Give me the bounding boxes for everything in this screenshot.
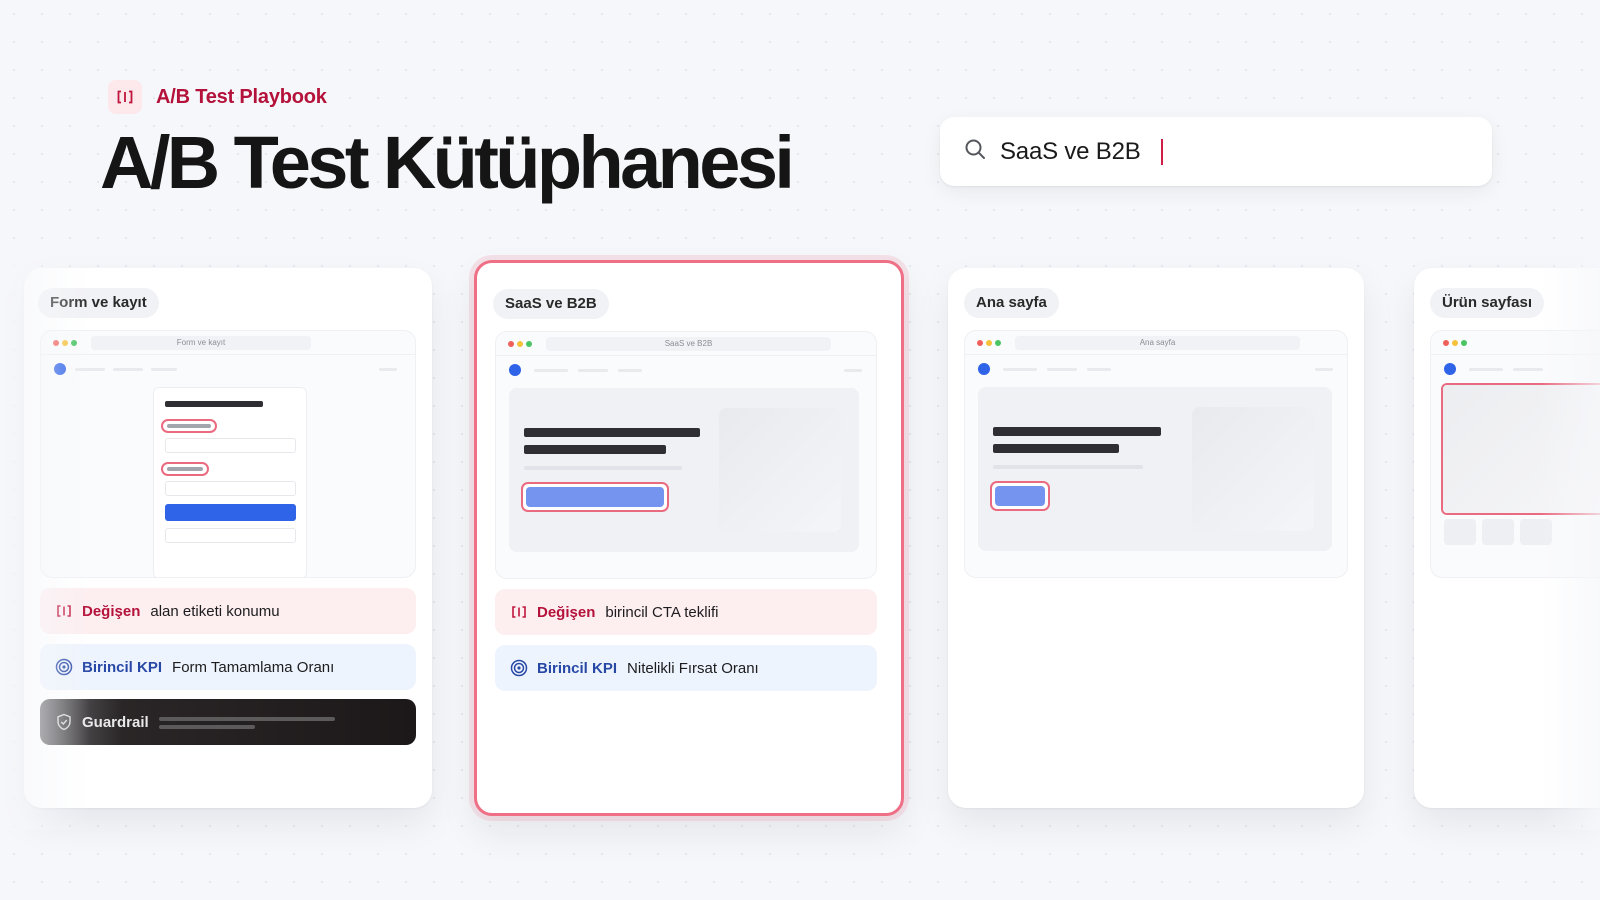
brand: A/B Test Playbook [108, 80, 327, 114]
test-card-saas[interactable]: SaaS ve B2B SaaS ve B2B Değişen birincil… [474, 260, 904, 816]
kpi-value: Nitelikli Fırsat Oranı [627, 659, 759, 677]
test-card-homepage[interactable]: Ana sayfa Ana sayfa [948, 268, 1364, 808]
highlighted-product-image [1441, 383, 1600, 515]
search-icon [964, 138, 986, 165]
kpi-row: Birincil KPI Nitelikli Fırsat Oranı [495, 645, 877, 691]
target-icon [509, 658, 529, 678]
browser-bar: SaaS ve B2B [496, 332, 876, 356]
target-icon [54, 657, 74, 677]
test-card-product[interactable]: Ürün sayfası [1414, 268, 1600, 808]
logo-dot [978, 363, 990, 375]
preview-mockup: Form ve kayıt [40, 330, 416, 578]
browser-bar [1431, 331, 1600, 355]
preview-url: Ana sayfa [1015, 336, 1300, 350]
changed-row: Değişen birincil CTA teklifi [495, 589, 877, 635]
highlighted-cta [990, 481, 1050, 511]
bracket-compare-icon [54, 601, 74, 621]
changed-value: birincil CTA teklifi [605, 603, 719, 621]
test-card-form[interactable]: Form ve kayıt Form ve kayıt Değişen alan… [24, 268, 432, 808]
shield-check-icon [54, 712, 74, 732]
search-input[interactable]: SaaS ve B2B [940, 117, 1492, 186]
preview-mockup: SaaS ve B2B [495, 331, 877, 579]
preview-mockup: Ana sayfa [964, 330, 1348, 578]
category-pill: SaaS ve B2B [493, 289, 609, 319]
browser-bar: Form ve kayıt [41, 331, 415, 355]
guardrail-row: Guardrail [40, 699, 416, 745]
page-title: A/B Test Kütüphanesi [100, 121, 795, 204]
preview-mockup [1430, 330, 1600, 578]
kpi-label: Birincil KPI [537, 659, 618, 677]
highlighted-cta [521, 482, 669, 512]
highlighted-label [161, 462, 209, 476]
changed-value: alan etiketi konumu [150, 602, 280, 620]
changed-label: Değişen [82, 602, 141, 620]
bracket-compare-icon [509, 602, 529, 622]
hero-mockup [978, 387, 1332, 551]
search-query[interactable]: SaaS ve B2B [1000, 138, 1141, 166]
hero-mockup [509, 388, 859, 552]
guardrail-placeholder [158, 714, 335, 730]
kpi-row: Birincil KPI Form Tamamlama Oranı [40, 644, 416, 690]
changed-label: Değişen [537, 603, 596, 621]
logo-dot [509, 364, 521, 376]
bracket-compare-icon [108, 80, 142, 114]
preview-url: SaaS ve B2B [546, 337, 831, 351]
highlighted-label [161, 419, 217, 433]
hero-image-placeholder [1192, 407, 1314, 531]
logo-dot [54, 363, 66, 375]
kpi-value: Form Tamamlama Oranı [172, 658, 335, 676]
form-mockup [153, 387, 307, 577]
submit-button-mock [165, 504, 296, 521]
kpi-label: Birincil KPI [82, 658, 163, 676]
category-pill: Form ve kayıt [38, 288, 159, 318]
category-pill: Ürün sayfası [1430, 288, 1545, 318]
changed-row: Değişen alan etiketi konumu [40, 588, 416, 634]
text-caret [1160, 138, 1163, 165]
browser-bar: Ana sayfa [965, 331, 1347, 355]
category-pill: Ana sayfa [964, 288, 1059, 318]
brand-label: A/B Test Playbook [156, 85, 327, 108]
hero-image-placeholder [719, 408, 841, 532]
preview-url: Form ve kayıt [91, 336, 311, 350]
guardrail-label: Guardrail [82, 713, 149, 731]
logo-dot [1444, 363, 1456, 375]
